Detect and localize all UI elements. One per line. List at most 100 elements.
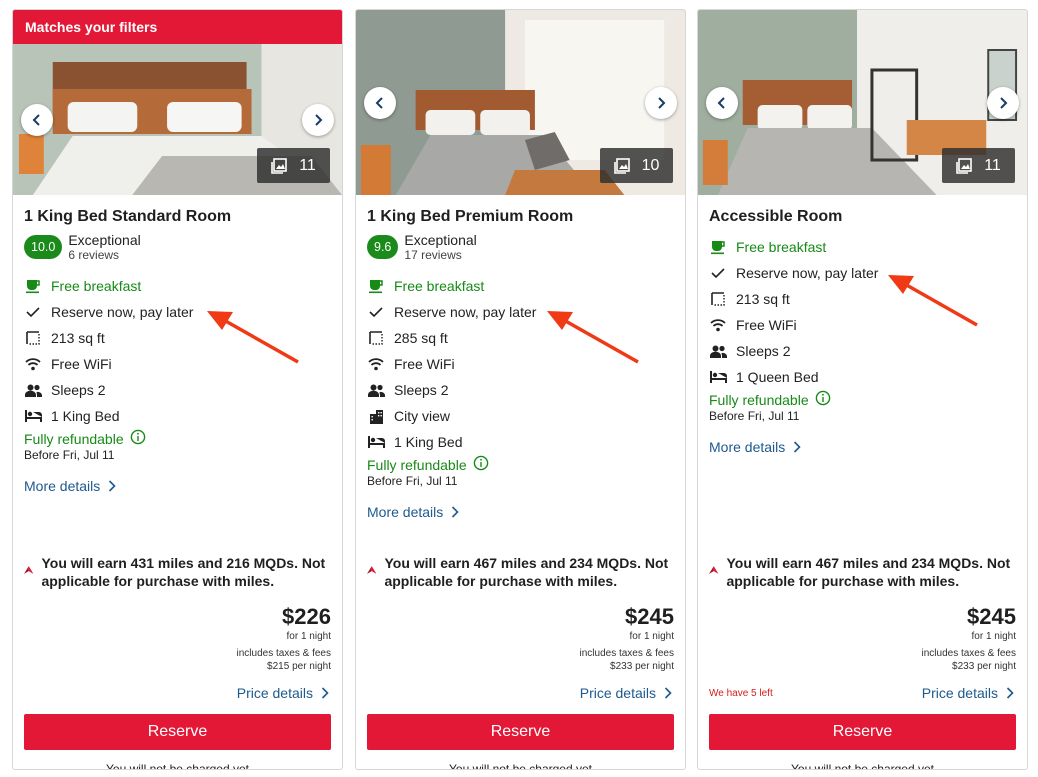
room-photo[interactable]: 11 (698, 10, 1027, 195)
more-details-link[interactable]: More details (24, 478, 331, 494)
room-photo[interactable]: 10 (356, 10, 685, 195)
chevron-left-icon (32, 113, 40, 126)
price-details-link[interactable]: Price details (237, 685, 329, 701)
price-details-label: Price details (921, 685, 998, 701)
price-section: You will earn 467 miles and 234 MQDs. No… (709, 554, 1017, 769)
amenity-text: 1 King Bed (394, 434, 463, 450)
coffee-cup-icon (24, 277, 42, 295)
amenity-text: 285 sq ft (394, 330, 448, 346)
next-photo-button[interactable] (645, 86, 677, 119)
amenity-breakfast: Free breakfast (367, 273, 674, 299)
next-photo-button[interactable] (302, 103, 334, 136)
more-details-link[interactable]: More details (367, 504, 674, 520)
rating: 10.0 Exceptional 6 reviews (24, 232, 331, 262)
amenity-bed: 1 King Bed (24, 403, 331, 429)
amenity-sleeps: Sleeps 2 (367, 377, 674, 403)
price-per-night: $215 per night (267, 661, 331, 672)
square-footage-icon (24, 329, 42, 347)
amenity-size: 285 sq ft (367, 325, 674, 351)
amenity-text: Reserve now, pay later (394, 304, 537, 320)
amenity-pay-later: Reserve now, pay later (367, 299, 674, 325)
price-block: $245 for 1 night includes taxes & fees $… (709, 604, 1017, 673)
no-charge-note: You will not be charged yet (449, 762, 592, 770)
amenity-list: Free breakfast Reserve now, pay later 21… (24, 273, 331, 429)
amenity-sleeps: Sleeps 2 (24, 377, 331, 403)
amenity-text: Reserve now, pay later (51, 304, 194, 320)
more-details-label: More details (709, 439, 786, 455)
delta-logo-icon (709, 566, 719, 574)
chevron-right-icon (452, 506, 459, 518)
amenity-text: Free WiFi (51, 356, 112, 372)
amenity-text: Free breakfast (394, 278, 485, 294)
total-price: $226 (282, 604, 331, 629)
reserve-button[interactable]: Reserve (709, 714, 1016, 750)
room-card-premium: 10 1 King Bed Premium Room 9.6 Exception… (355, 9, 686, 770)
refund-label: Fully refundable (367, 456, 467, 473)
photo-gallery-button[interactable]: 11 (257, 148, 330, 183)
rating-label: Exceptional (68, 232, 141, 248)
bed-icon (24, 407, 42, 425)
amenity-pay-later: Reserve now, pay later (709, 260, 1016, 286)
refund-status: Fully refundable (709, 390, 1016, 409)
price-nights: for 1 night (971, 631, 1016, 642)
previous-photo-button[interactable] (364, 86, 396, 119)
refund-status: Fully refundable (24, 429, 331, 448)
amenity-sleeps: Sleeps 2 (709, 338, 1016, 364)
price-taxes-note: includes taxes & fees (236, 648, 332, 659)
more-details-link[interactable]: More details (709, 439, 1016, 455)
no-charge-note: You will not be charged yet (106, 762, 249, 770)
chevron-left-icon (375, 96, 383, 109)
previous-photo-button[interactable] (21, 103, 53, 136)
amenity-text: 1 King Bed (51, 408, 120, 424)
more-details-label: More details (24, 478, 101, 494)
price-nights: for 1 night (629, 631, 674, 642)
miles-text: You will earn 467 miles and 234 MQDs. No… (384, 555, 669, 589)
info-icon[interactable] (473, 455, 489, 474)
info-icon[interactable] (130, 429, 146, 448)
room-photo[interactable]: 11 (13, 44, 342, 195)
matches-filters-banner: Matches your filters (13, 10, 342, 44)
amenity-text: Free WiFi (736, 317, 797, 333)
photo-gallery-button[interactable]: 11 (942, 148, 1015, 183)
chevron-left-icon (717, 96, 725, 109)
coffee-cup-icon (367, 277, 385, 295)
reserve-button[interactable]: Reserve (24, 714, 331, 750)
amenity-text: 213 sq ft (51, 330, 105, 346)
gallery-icon (956, 157, 972, 174)
photo-count: 10 (641, 156, 660, 174)
chevron-right-icon (1006, 687, 1014, 699)
people-icon (709, 342, 727, 360)
amenity-text: Free breakfast (736, 239, 827, 255)
people-icon (367, 381, 385, 399)
price-details-label: Price details (236, 685, 313, 701)
room-name: 1 King Bed Standard Room (24, 208, 232, 225)
square-footage-icon (367, 329, 385, 347)
miles-text: You will earn 431 miles and 216 MQDs. No… (41, 555, 326, 589)
refund-deadline: Before Fri, Jul 11 (367, 474, 458, 488)
refund-deadline: Before Fri, Jul 11 (709, 409, 800, 423)
next-photo-button[interactable] (987, 86, 1019, 119)
amenity-pay-later: Reserve now, pay later (24, 299, 331, 325)
amenity-text: Sleeps 2 (736, 343, 791, 359)
price-details-link[interactable]: Price details (580, 685, 672, 701)
price-details-link[interactable]: Price details (922, 685, 1014, 701)
wifi-icon (367, 355, 385, 373)
photo-gallery-button[interactable]: 10 (600, 148, 673, 183)
price-taxes-note: includes taxes & fees (579, 648, 675, 659)
gallery-icon (613, 157, 630, 174)
room-name: 1 King Bed Premium Room (367, 208, 574, 225)
amenity-breakfast: Free breakfast (709, 234, 1016, 260)
previous-photo-button[interactable] (706, 86, 738, 119)
info-icon[interactable] (815, 390, 831, 409)
amenity-list: Free breakfast Reserve now, pay later 21… (709, 234, 1016, 390)
refund-label: Fully refundable (24, 430, 124, 447)
delta-logo-icon (367, 566, 377, 574)
refund-deadline: Before Fri, Jul 11 (24, 448, 115, 462)
price-block: $245 for 1 night includes taxes & fees $… (367, 604, 675, 673)
total-price: $245 (967, 604, 1016, 629)
price-per-night: $233 per night (952, 661, 1016, 672)
people-icon (24, 381, 42, 399)
amenity-text: 213 sq ft (736, 291, 790, 307)
miles-earning: You will earn 431 miles and 216 MQDs. No… (24, 554, 331, 590)
reserve-button[interactable]: Reserve (367, 714, 674, 750)
